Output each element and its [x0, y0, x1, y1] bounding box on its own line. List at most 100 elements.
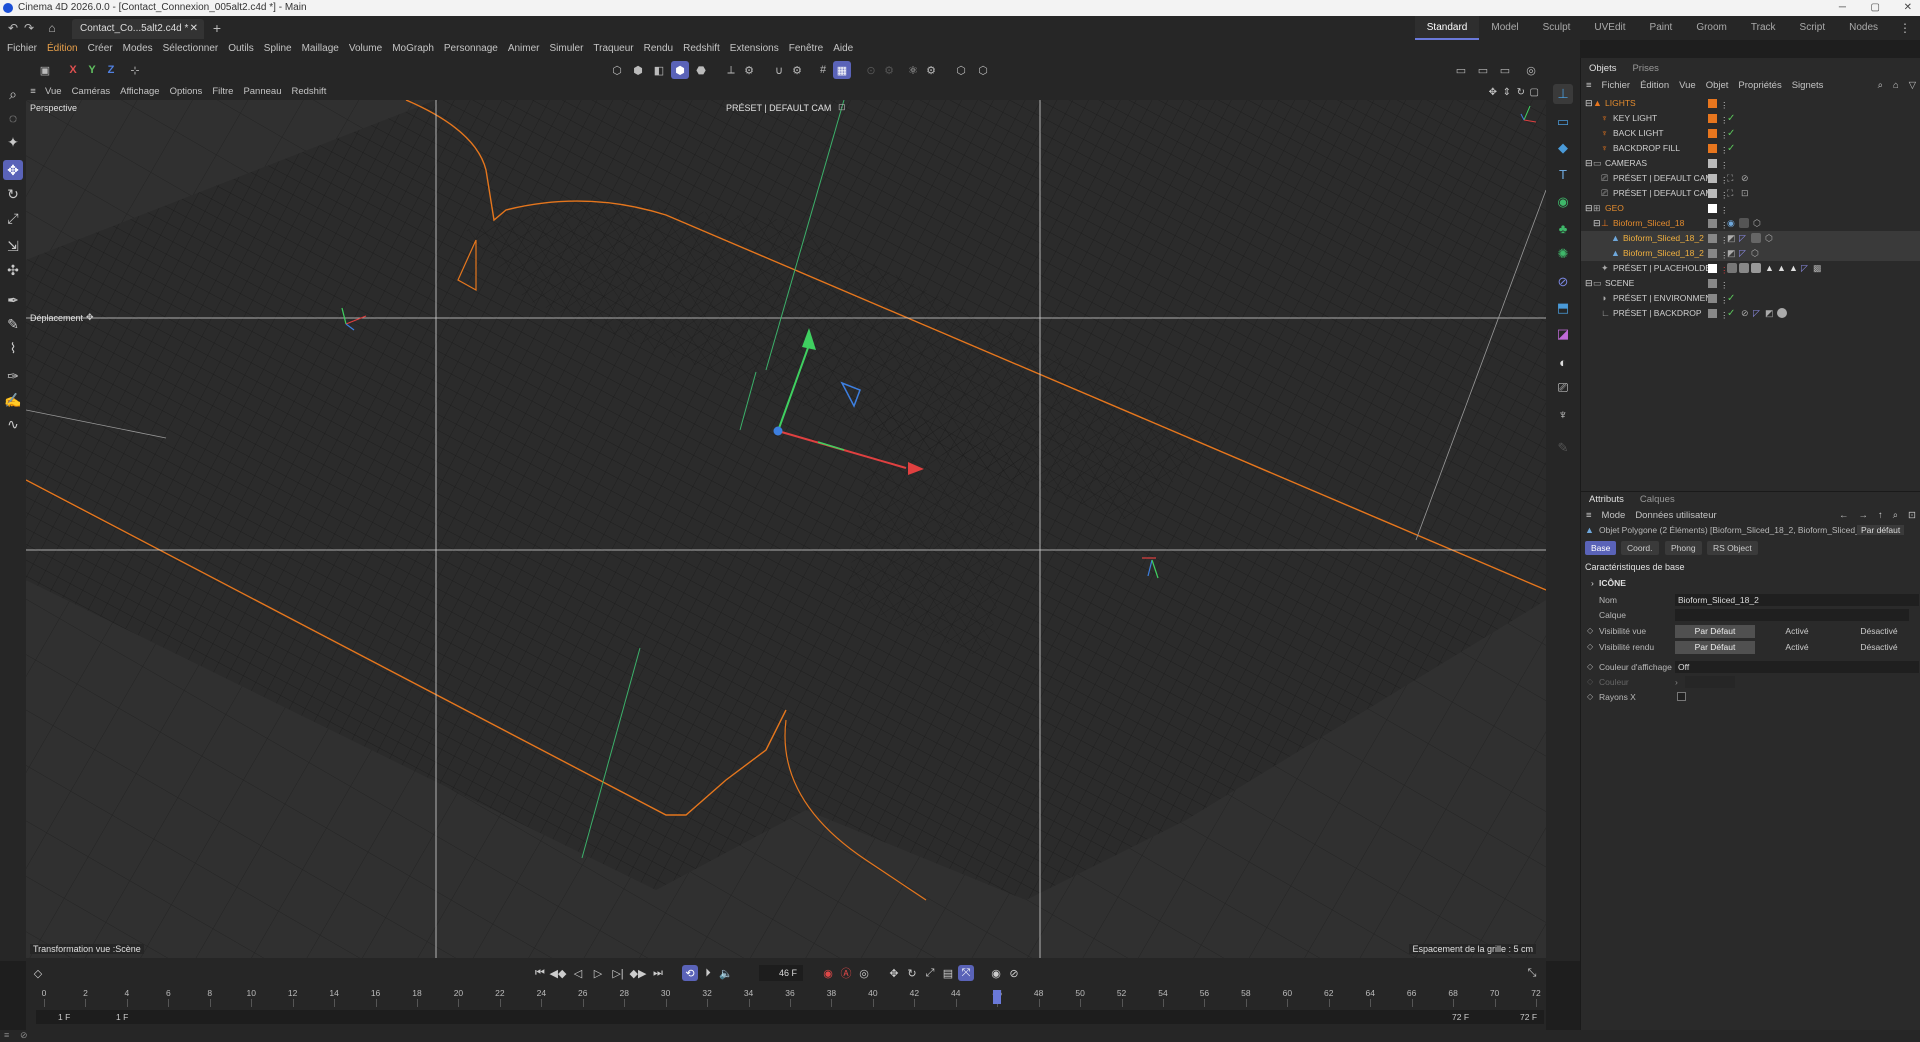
layout-paint[interactable]: Paint — [1638, 16, 1685, 40]
visibility-dots[interactable]: ⋮ — [1720, 308, 1729, 320]
tab-objets[interactable]: Objets — [1581, 61, 1624, 77]
display-color-dropdown[interactable]: Off — [1675, 661, 1919, 673]
selection-tag-icon[interactable]: ◸ — [1739, 246, 1746, 261]
objects-filter-icon[interactable]: ▽ — [1904, 80, 1920, 91]
keyframe-selection-icon[interactable]: ◎ — [856, 965, 872, 981]
menu-outils[interactable]: Outils — [223, 40, 259, 58]
range-end-b[interactable]: 72 F — [1520, 1010, 1537, 1024]
previous-frame-icon[interactable]: ◁ — [570, 965, 586, 981]
render-view-icon[interactable]: ▭ — [1474, 61, 1492, 79]
layout-groom[interactable]: Groom — [1684, 16, 1739, 40]
locked-settings-icon[interactable]: ⚙ — [880, 61, 898, 79]
locked-tool-icon[interactable]: ⊙ — [862, 61, 880, 79]
environment-icon[interactable]: ◐ — [1553, 352, 1573, 372]
key-pla-icon[interactable]: ⤧ — [958, 965, 974, 981]
viewport-menu-panneau[interactable]: Panneau — [238, 84, 286, 100]
viewport-menu-redshift[interactable]: Redshift — [286, 84, 331, 100]
range-start-b[interactable]: 1 F — [116, 1010, 128, 1024]
workplane-icon[interactable]: ▦ — [833, 61, 851, 79]
light-object-icon[interactable]: ♆ — [1553, 404, 1573, 424]
layer-color-swatch[interactable] — [1708, 249, 1717, 258]
disabled-tool-icon[interactable]: ✎ — [1553, 438, 1573, 458]
current-frame-field[interactable]: 46 F — [759, 965, 803, 981]
previous-key-icon[interactable]: ◀◆ — [550, 965, 567, 981]
cloner-icon[interactable]: ♣ — [1553, 218, 1573, 238]
material-tag-icon[interactable] — [1751, 233, 1761, 243]
live-selection-icon[interactable]: ◌ — [3, 108, 23, 128]
camera-tag-icon[interactable]: ⛶ — [1727, 186, 1733, 201]
status-menu-icon[interactable]: ≡ — [4, 1030, 9, 1040]
menu-edition[interactable]: Édition — [42, 40, 83, 58]
go-to-end-icon[interactable]: ⏭ — [650, 965, 666, 981]
visibility-view-default[interactable]: Par Défaut — [1675, 625, 1755, 638]
viewport-camera-label[interactable]: PRÉSET | DEFAULT CAM — [726, 103, 831, 113]
layer-color-swatch[interactable] — [1708, 174, 1717, 183]
objects-search-icon[interactable]: ⌕ — [1873, 80, 1888, 91]
close-tab-icon[interactable]: ✕ — [190, 19, 198, 39]
move-tool-icon[interactable]: ✥ — [3, 160, 23, 180]
layout-model[interactable]: Model — [1479, 16, 1530, 40]
menu-creer[interactable]: Créer — [83, 40, 118, 58]
select-tools-icon[interactable]: ✦ — [3, 132, 23, 152]
layer-field[interactable] — [1675, 609, 1909, 621]
objects-menu-objet[interactable]: Objet — [1701, 80, 1734, 91]
visibility-dots[interactable]: ⋮ — [1720, 218, 1729, 230]
expand-icon[interactable]: › — [1591, 578, 1594, 588]
objects-menu-edition[interactable]: Édition — [1635, 80, 1674, 91]
maximize-button[interactable]: ▢ — [1871, 0, 1880, 16]
menu-maillage[interactable]: Maillage — [297, 40, 344, 58]
menu-extensions[interactable]: Extensions — [725, 40, 784, 58]
subtab-coord[interactable]: Coord. — [1621, 541, 1659, 555]
render-settings-icon[interactable]: ▭ — [1496, 61, 1514, 79]
spline-rectangle-icon[interactable]: ▭ — [1553, 112, 1573, 132]
collapse-icon[interactable]: ⊟ — [1585, 201, 1593, 216]
enabled-check-icon[interactable]: ✓ — [1727, 126, 1735, 141]
layer-color-swatch[interactable] — [1708, 294, 1717, 303]
enabled-check-icon[interactable]: ✓ — [1727, 306, 1735, 321]
visibility-dots[interactable]: ⋮ — [1720, 128, 1729, 140]
selection-tag-icon[interactable]: ▲ — [1789, 261, 1798, 276]
viewport-hamburger-icon[interactable]: ≡ — [26, 84, 40, 100]
menu-selectionner[interactable]: Sélectionner — [158, 40, 224, 58]
minimize-button[interactable]: ─ — [1839, 0, 1846, 16]
next-key-icon[interactable]: ◆▶ — [630, 965, 647, 981]
cube-primitive-icon[interactable]: ◆ — [1553, 138, 1573, 158]
layer-color-swatch[interactable] — [1708, 219, 1717, 228]
timeline-ruler[interactable]: 0 2 4 6 8 10 12 14 16 18 20 22 24 26 28 30 32 34 36 38 40 42 4… — [36, 988, 1544, 1008]
tree-row-bioform-sliced-18-2-a[interactable]: ▲ Bioform_Sliced_18_2 ⋮ ◩ ◸ ⬡ — [1581, 231, 1920, 246]
tree-row-environment[interactable]: ◑ PRÉSET | ENVIRONMEN ⋮ ✓ — [1581, 291, 1920, 306]
objects-menu-signets[interactable]: Signets — [1787, 80, 1829, 91]
menu-traqueur[interactable]: Traqueur — [588, 40, 638, 58]
menu-spline[interactable]: Spline — [259, 40, 297, 58]
gizmo-origin-handle[interactable] — [773, 426, 783, 436]
brush-tool-icon[interactable]: ✎ — [3, 314, 23, 334]
material-tag-icon[interactable] — [1739, 263, 1749, 273]
uvw-tag-icon[interactable]: ◩ — [1727, 231, 1736, 246]
project-settings-icon[interactable]: ◎ — [1522, 61, 1540, 79]
menu-animer[interactable]: Animer — [503, 40, 545, 58]
visibility-render-off[interactable]: Désactivé — [1839, 641, 1919, 654]
color-swatch[interactable] — [1685, 676, 1735, 688]
menu-fichier[interactable]: Fichier — [2, 40, 42, 58]
null-object-icon[interactable]: ⊥ — [1553, 84, 1573, 104]
tree-row-default-cam-1[interactable]: ⎚ PRÉSET | DEFAULT CAM ⋮ ⛶ ⊘ — [1581, 171, 1920, 186]
viewport-maximize-icon[interactable]: ▢ — [1525, 85, 1544, 101]
layer-color-swatch[interactable] — [1708, 309, 1717, 318]
key-position-icon[interactable]: ✥ — [886, 965, 902, 981]
visibility-dots[interactable]: ⋮ — [1720, 188, 1729, 200]
layer-color-swatch[interactable] — [1708, 279, 1717, 288]
visibility-dots[interactable]: ⋮ — [1720, 203, 1729, 215]
timeline-playhead[interactable] — [993, 990, 1002, 1004]
enabled-check-icon[interactable]: ✓ — [1727, 291, 1735, 306]
viewport-menu-vue[interactable]: Vue — [40, 84, 67, 100]
phong-tag-icon[interactable]: ⬡ — [1751, 246, 1759, 261]
enabled-check-icon[interactable]: ✓ — [1727, 111, 1735, 126]
material-tag-icon[interactable] — [1777, 308, 1787, 318]
subtab-base[interactable]: Base — [1585, 541, 1617, 555]
keyframe-diamond-icon[interactable]: ◇ — [30, 965, 46, 981]
menu-modes[interactable]: Modes — [118, 40, 158, 58]
layer-color-swatch[interactable] — [1708, 114, 1717, 123]
menu-rendu[interactable]: Rendu — [639, 40, 678, 58]
protection-tag-icon[interactable]: ⊘ — [1741, 306, 1749, 321]
objects-hamburger-icon[interactable]: ≡ — [1581, 80, 1597, 91]
